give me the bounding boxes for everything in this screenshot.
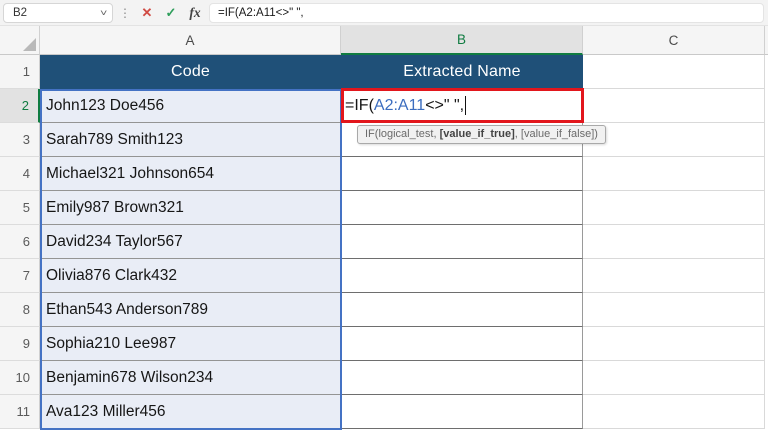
formula-bar-text: =IF(A2:A11<>" ", — [218, 6, 304, 19]
formula-bar: B2 ˅ ⋮ ✕ ✓ fx =IF(A2:A11<>" ", — [0, 0, 768, 26]
table-row: 6 David234 Taylor567 — [0, 225, 768, 259]
row-header[interactable]: 10 — [0, 361, 40, 395]
empty-cell-c[interactable] — [583, 89, 765, 123]
empty-cell-c[interactable] — [583, 361, 765, 395]
column-headers: A B C — [0, 26, 768, 55]
empty-cell-c[interactable] — [583, 259, 765, 293]
code-cell[interactable]: Ethan543 Anderson789 — [40, 293, 341, 327]
name-box[interactable]: B2 ˅ — [3, 2, 113, 23]
code-cell[interactable]: Olivia876 Clark432 — [40, 259, 341, 293]
extracted-name-cell[interactable] — [341, 327, 583, 361]
row-header[interactable]: 6 — [0, 225, 40, 259]
row-header[interactable]: 4 — [0, 157, 40, 191]
row-header[interactable]: 3 — [0, 123, 40, 157]
column-header-c[interactable]: C — [583, 26, 765, 55]
row-header[interactable]: 7 — [0, 259, 40, 293]
name-box-value: B2 — [13, 6, 28, 19]
code-cell[interactable]: Ava123 Miller456 — [40, 395, 341, 429]
empty-cell-c[interactable] — [583, 123, 765, 157]
select-all-corner[interactable] — [0, 26, 40, 55]
cell-a1-code-header[interactable]: Code — [40, 55, 341, 89]
column-header-b[interactable]: B — [341, 26, 583, 55]
code-cell[interactable]: Sophia210 Lee987 — [40, 327, 341, 361]
empty-cell-c[interactable] — [583, 191, 765, 225]
code-cell[interactable]: Benjamin678 Wilson234 — [40, 361, 341, 395]
tooltip-pre: IF(logical_test, — [365, 128, 440, 140]
extracted-name-cell[interactable] — [341, 225, 583, 259]
extracted-name-cell[interactable]: =IF(A2:A11 <>" ", — [341, 89, 583, 123]
confirm-icon[interactable]: ✓ — [161, 5, 181, 21]
tooltip-current-arg: [value_if_true] — [439, 128, 515, 140]
table-row: 4 Michael321 Johnson654 — [0, 157, 768, 191]
code-cell[interactable]: Emily987 Brown321 — [40, 191, 341, 225]
cell-c1[interactable] — [583, 55, 765, 89]
extracted-name-cell[interactable] — [341, 395, 583, 429]
row-header[interactable]: 11 — [0, 395, 40, 429]
empty-cell-c[interactable] — [583, 157, 765, 191]
table-row: 9 Sophia210 Lee987 — [0, 327, 768, 361]
table-row: 11 Ava123 Miller456 — [0, 395, 768, 429]
empty-cell-c[interactable] — [583, 395, 765, 429]
tooltip-post: , [value_if_false]) — [514, 128, 598, 140]
row-header[interactable]: 5 — [0, 191, 40, 225]
code-cell[interactable]: Sarah789 Smith123 — [40, 123, 341, 157]
code-cell[interactable]: David234 Taylor567 — [40, 225, 341, 259]
extracted-name-cell[interactable] — [341, 293, 583, 327]
select-all-triangle-icon — [23, 38, 36, 51]
more-options-icon[interactable]: ⋮ — [117, 6, 133, 20]
spreadsheet-grid: A B C 1 Code Extracted Name 2 John123 Do… — [0, 26, 768, 430]
table-row: 8 Ethan543 Anderson789 — [0, 293, 768, 327]
empty-cell-c[interactable] — [583, 327, 765, 361]
column-header-a[interactable]: A — [40, 26, 341, 55]
table-header-row: 1 Code Extracted Name — [0, 55, 768, 89]
code-cell[interactable]: John123 Doe456 — [40, 89, 341, 123]
chevron-down-icon[interactable]: ˅ — [100, 8, 107, 18]
extracted-name-cell[interactable] — [341, 361, 583, 395]
table-row: 10 Benjamin678 Wilson234 — [0, 361, 768, 395]
empty-cell-c[interactable] — [583, 225, 765, 259]
row-header[interactable]: 2 — [0, 89, 40, 123]
empty-cell-c[interactable] — [583, 293, 765, 327]
insert-function-icon[interactable]: fx — [185, 5, 205, 21]
extracted-name-cell[interactable] — [341, 191, 583, 225]
row-header-1[interactable]: 1 — [0, 55, 40, 89]
row-header[interactable]: 8 — [0, 293, 40, 327]
extracted-name-cell[interactable] — [341, 157, 583, 191]
function-hint-tooltip: IF(logical_test, [value_if_true], [value… — [357, 125, 606, 144]
table-row: 7 Olivia876 Clark432 — [0, 259, 768, 293]
row-header[interactable]: 9 — [0, 327, 40, 361]
table-row: 2 John123 Doe456 =IF(A2:A11 <>" ", — [0, 89, 768, 123]
cancel-icon[interactable]: ✕ — [137, 5, 157, 21]
b2-formula-text: =IF(A2:A11 <>" ", — [345, 96, 467, 115]
extracted-name-cell[interactable] — [341, 259, 583, 293]
text-caret — [465, 96, 467, 115]
code-cell[interactable]: Michael321 Johnson654 — [40, 157, 341, 191]
cell-b1-extracted-name-header[interactable]: Extracted Name — [341, 55, 583, 89]
formula-bar-input[interactable]: =IF(A2:A11<>" ", — [209, 2, 764, 23]
table-row: 5 Emily987 Brown321 — [0, 191, 768, 225]
